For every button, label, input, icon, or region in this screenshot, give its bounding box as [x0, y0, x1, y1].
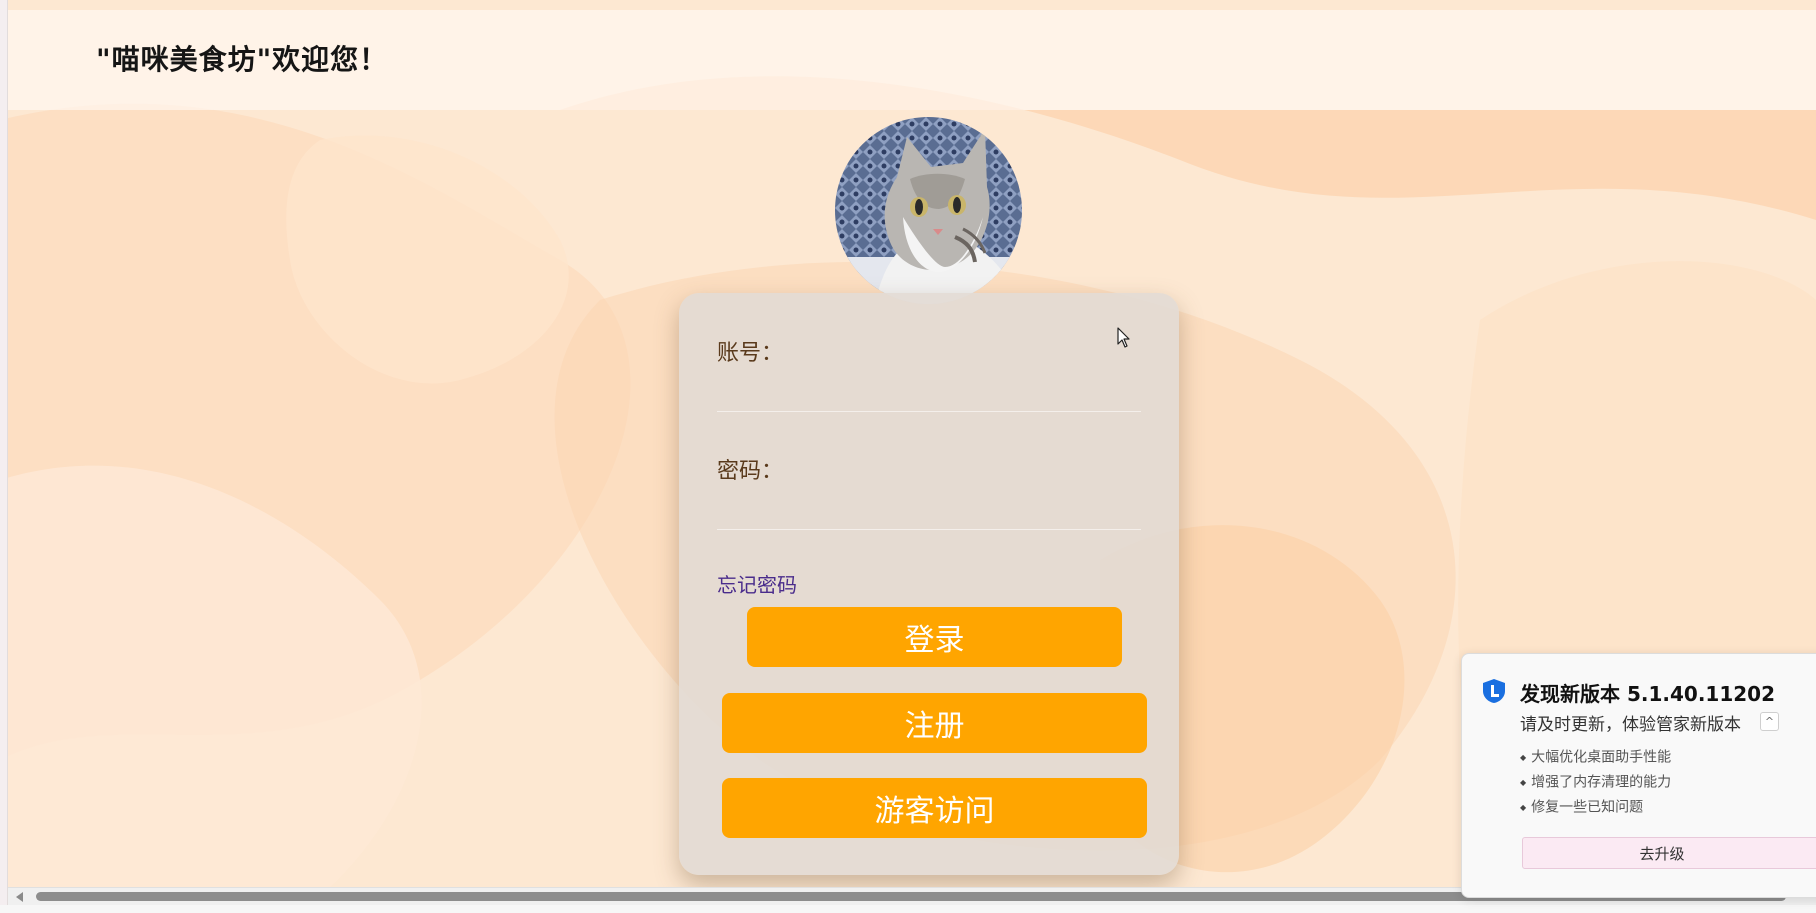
password-underline: [717, 529, 1141, 530]
login-page: "喵咪美食坊"欢迎您！ 账号： 密码： 忘记密码 登录 注册 游客访问 发现新版…: [0, 0, 1816, 913]
password-input[interactable]: [779, 447, 1141, 485]
notification-title: 发现新版本 5.1.40.11202: [1520, 682, 1775, 706]
list-item: 增强了内存清理的能力: [1520, 770, 1671, 795]
cat-avatar: [835, 117, 1022, 304]
scroll-left-arrow-icon[interactable]: [16, 892, 23, 902]
account-label: 账号：: [717, 341, 784, 366]
page-header: "喵咪美食坊"欢迎您！: [8, 10, 1816, 110]
register-button[interactable]: 注册: [722, 693, 1147, 753]
window-bottom-edge: [0, 905, 1816, 913]
update-notification: 发现新版本 5.1.40.11202 请及时更新，体验管家新版本 ^ 大幅优化桌…: [1461, 653, 1816, 898]
account-input[interactable]: [779, 329, 1141, 367]
upgrade-button[interactable]: 去升级: [1522, 837, 1816, 869]
guest-access-button[interactable]: 游客访问: [722, 778, 1147, 838]
password-label: 密码：: [717, 459, 784, 484]
notification-feature-list: 大幅优化桌面助手性能 增强了内存清理的能力 修复一些已知问题: [1520, 745, 1671, 820]
window-left-border: [0, 0, 8, 913]
chevron-up-icon[interactable]: ^: [1760, 712, 1779, 731]
login-button[interactable]: 登录: [747, 607, 1122, 667]
cat-avatar-image: [835, 117, 1022, 304]
shield-logo-icon: [1483, 679, 1505, 703]
account-underline: [717, 411, 1141, 412]
login-card: 账号： 密码： 忘记密码 登录 注册 游客访问: [679, 293, 1179, 875]
mouse-pointer-icon: [1117, 327, 1130, 348]
notification-subtitle: 请及时更新，体验管家新版本: [1520, 715, 1741, 735]
page-title: "喵咪美食坊"欢迎您！: [96, 43, 389, 76]
forgot-password-link[interactable]: 忘记密码: [717, 569, 797, 598]
list-item: 修复一些已知问题: [1520, 795, 1671, 820]
list-item: 大幅优化桌面助手性能: [1520, 745, 1671, 770]
